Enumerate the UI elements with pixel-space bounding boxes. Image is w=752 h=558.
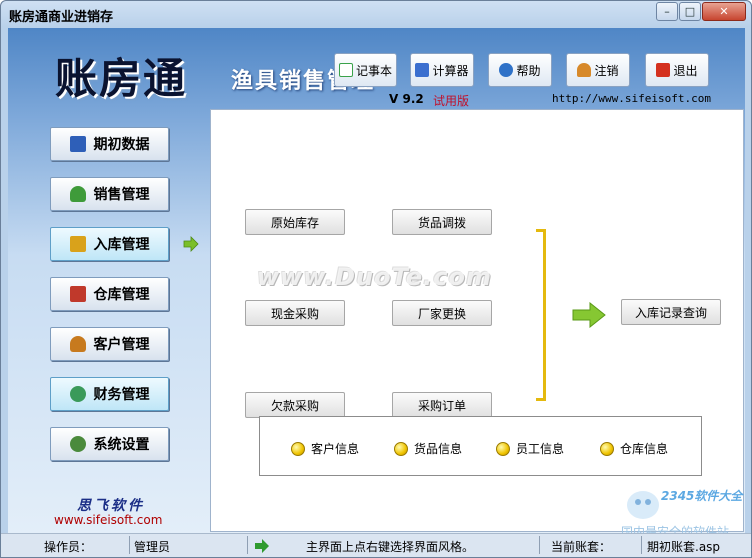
bullet-icon xyxy=(496,441,510,456)
status-separator xyxy=(539,536,540,554)
help-icon xyxy=(499,63,514,77)
group-bracket xyxy=(536,229,546,401)
info-label: 仓库信息 xyxy=(620,442,669,456)
version-label: V 9.2 xyxy=(389,92,424,106)
nav-opening-data[interactable]: 期初数据 xyxy=(50,127,169,161)
close-icon[interactable]: ✕ xyxy=(702,2,746,21)
logout-button[interactable]: 注销 xyxy=(566,53,630,87)
operator-label: 操作员： xyxy=(44,540,93,554)
info-label: 货品信息 xyxy=(414,442,463,456)
calculator-button[interactable]: 计算器 xyxy=(410,53,474,87)
exit-icon xyxy=(656,63,671,77)
salesperson-icon xyxy=(69,186,86,202)
help-label: 帮助 xyxy=(516,63,541,78)
active-arrow-icon xyxy=(183,236,199,252)
customer-info-link[interactable]: 客户信息 xyxy=(291,440,359,457)
operator-value: 管理员 xyxy=(134,540,171,554)
minimize-icon[interactable]: – xyxy=(656,2,678,21)
app-window: 账房通商业进销存 – □ ✕ 账房通 渔具销售管理 V 9.2 试用版 http… xyxy=(0,0,752,558)
settings-gear-icon xyxy=(69,436,86,452)
account-label: 当前账套： xyxy=(551,540,612,554)
nav-system-settings[interactable]: 系统设置 xyxy=(50,427,169,461)
website-url: http://www.sifeisoft.com xyxy=(552,92,711,105)
customers-icon xyxy=(69,336,86,352)
users-icon xyxy=(577,63,592,77)
nav-stock-in-management[interactable]: 入库管理 xyxy=(50,227,169,261)
box-icon xyxy=(69,236,86,252)
opening-stock-button[interactable]: 原始库存 xyxy=(245,209,345,235)
stock-in-record-query-button[interactable]: 入库记录查询 xyxy=(621,299,721,325)
nav-label: 财务管理 xyxy=(93,387,150,403)
nav-label: 期初数据 xyxy=(93,137,150,153)
window-title: 账房通商业进销存 xyxy=(9,10,114,25)
corner-brand-text: 2345软件大全 xyxy=(661,489,743,503)
app-logo: 账房通 xyxy=(55,54,188,103)
calculator-icon xyxy=(415,63,430,77)
watermark-text: www.DuoTe.com xyxy=(257,263,492,291)
nav-warehouse-management[interactable]: 仓库管理 xyxy=(50,277,169,311)
book-icon xyxy=(69,136,86,152)
status-separator xyxy=(247,536,248,554)
notepad-icon xyxy=(338,63,353,77)
nav-label: 入库管理 xyxy=(93,237,150,253)
brand-url[interactable]: www.sifeisoft.com xyxy=(54,513,162,527)
exit-button[interactable]: 退出 xyxy=(645,53,709,87)
maximize-icon[interactable]: □ xyxy=(679,2,701,21)
exit-label: 退出 xyxy=(673,63,698,78)
warehouse-icon xyxy=(69,286,86,302)
notepad-label: 记事本 xyxy=(355,63,392,78)
nav-sales-management[interactable]: 销售管理 xyxy=(50,177,169,211)
notepad-button[interactable]: 记事本 xyxy=(334,53,397,87)
brand-name: 思飞软件 xyxy=(77,498,145,514)
cash-purchase-button[interactable]: 现金采购 xyxy=(245,300,345,326)
warehouse-info-link[interactable]: 仓库信息 xyxy=(600,440,668,457)
nav-label: 客户管理 xyxy=(93,337,150,353)
info-label: 员工信息 xyxy=(516,442,565,456)
nav-label: 仓库管理 xyxy=(93,287,150,303)
calculator-label: 计算器 xyxy=(432,63,469,78)
staff-info-link[interactable]: 员工信息 xyxy=(496,440,564,457)
help-button[interactable]: 帮助 xyxy=(488,53,552,87)
nav-label: 系统设置 xyxy=(93,437,150,453)
nav-customer-management[interactable]: 客户管理 xyxy=(50,327,169,361)
logout-label: 注销 xyxy=(594,63,619,78)
hint-arrow-icon xyxy=(255,539,269,553)
goods-transfer-button[interactable]: 货品调拨 xyxy=(392,209,492,235)
account-value: 期初账套.asp xyxy=(647,540,721,554)
bullet-icon xyxy=(600,441,614,456)
bullet-icon xyxy=(291,441,305,456)
nav-label: 销售管理 xyxy=(93,187,150,203)
purchase-order-button[interactable]: 采购订单 xyxy=(392,392,492,418)
credit-purchase-button[interactable]: 欠款采购 xyxy=(245,392,345,418)
status-separator xyxy=(129,536,130,554)
title-bar: 账房通商业进销存 – □ ✕ xyxy=(1,1,751,27)
vendor-exchange-button[interactable]: 厂家更换 xyxy=(392,300,492,326)
status-hint: 主界面上点右键选择界面风格。 xyxy=(306,540,475,554)
nav-finance-management[interactable]: 财务管理 xyxy=(50,377,169,411)
bullet-icon xyxy=(394,441,408,456)
info-label: 客户信息 xyxy=(311,442,360,456)
finance-icon xyxy=(69,386,86,402)
status-bar: 操作员： 管理员 主界面上点右键选择界面风格。 当前账套： 期初账套.asp xyxy=(1,533,751,557)
goods-info-link[interactable]: 货品信息 xyxy=(394,440,462,457)
trial-label: 试用版 xyxy=(433,94,470,108)
status-separator xyxy=(641,536,642,554)
right-arrow-icon xyxy=(572,302,606,328)
